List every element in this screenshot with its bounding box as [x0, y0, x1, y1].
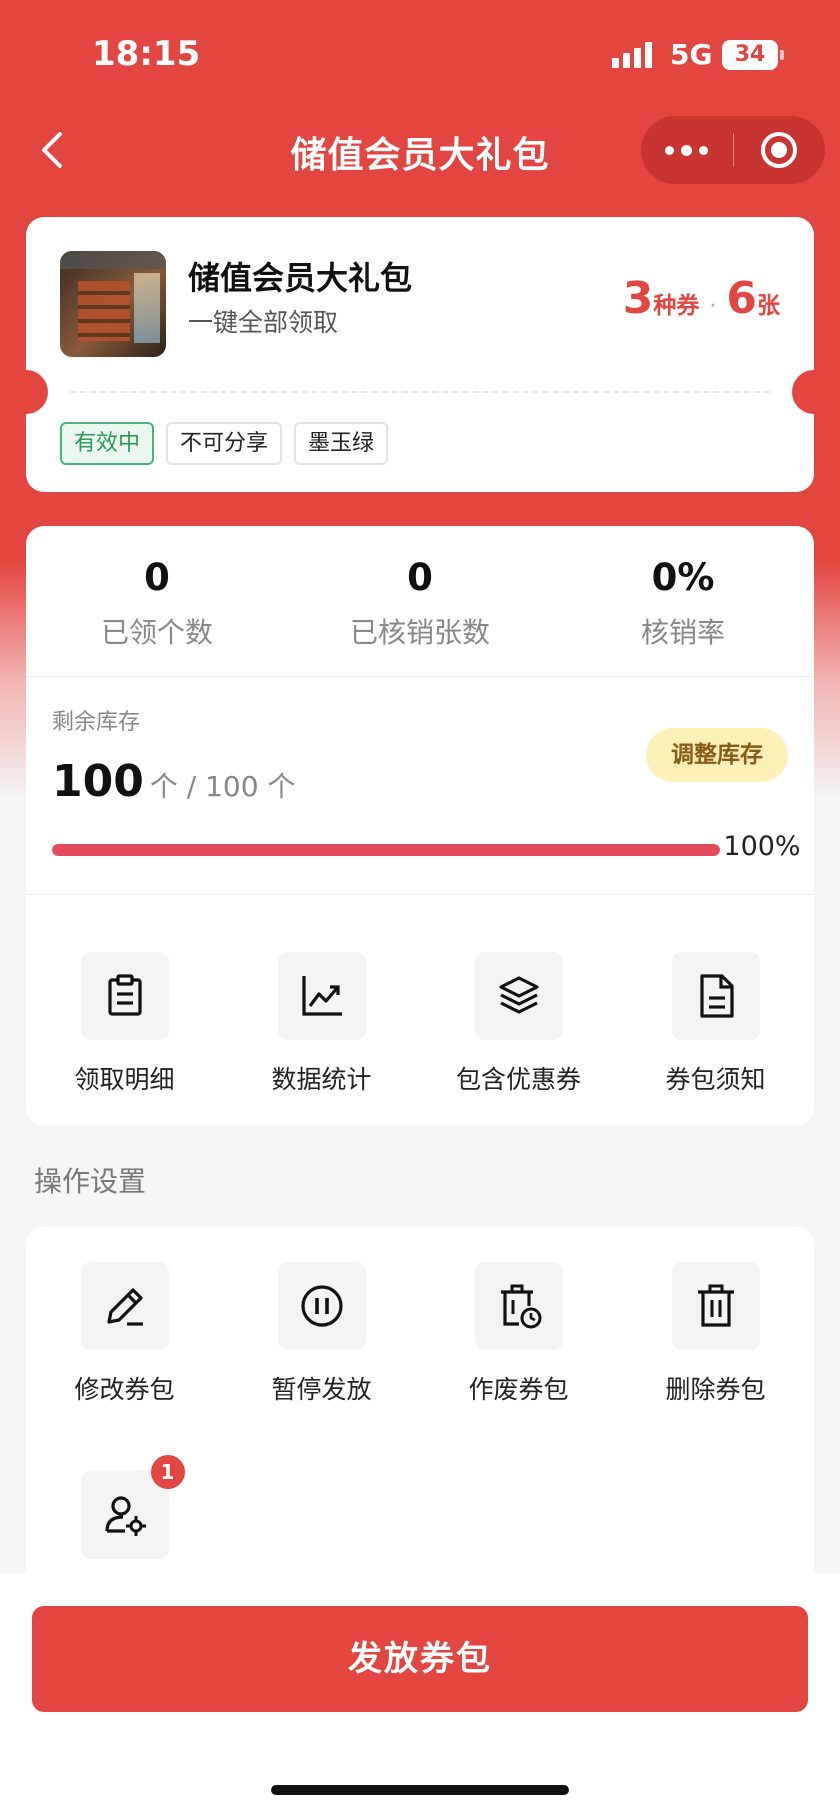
stock-amount: 100 个 / 100 个 [52, 756, 295, 807]
document-icon [671, 952, 760, 1040]
stat-claimed: 0 已领个数 [26, 556, 288, 651]
stock-remaining: 100 [52, 756, 144, 807]
notification-badge: 1 [150, 1455, 185, 1489]
network-type: 5G [670, 38, 713, 71]
stat-label: 已领个数 [100, 616, 213, 649]
grid-label: 删除券包 [665, 1375, 766, 1404]
pause-icon [277, 1262, 366, 1350]
package-thumbnail [60, 251, 166, 357]
grid-label: 暂停发放 [271, 1375, 372, 1404]
pause-issue-button[interactable]: 暂停发放 [223, 1262, 420, 1406]
void-icon [474, 1262, 563, 1350]
grid-label: 领取明细 [74, 1065, 175, 1094]
adjust-stock-button[interactable]: 调整库存 [646, 728, 788, 782]
edit-icon [80, 1262, 169, 1350]
stat-value: 0% [651, 556, 715, 599]
stat-label: 已核销张数 [349, 616, 490, 649]
stats-card: 0 已领个数 0 已核销张数 0% 核销率 剩余库存 100 个 / 100 个 … [26, 526, 814, 1126]
dashed-divider [70, 391, 770, 393]
included-coupons-button[interactable]: 包含优惠券 [420, 952, 617, 1096]
grid-label: 作废券包 [468, 1375, 569, 1404]
stat-label: 核销率 [640, 616, 725, 649]
stat-redeemed: 0 已核销张数 [289, 556, 551, 651]
nav-bar: 储值会员大礼包 [0, 110, 840, 190]
coupon-summary: 3种券 · 6张 [623, 273, 780, 324]
theme-badge: 墨玉绿 [294, 422, 389, 465]
grid-label: 数据统计 [271, 1065, 372, 1094]
delete-package-button[interactable]: 删除券包 [617, 1262, 814, 1406]
ticket-notch-right [792, 370, 836, 414]
stock-label: 剩余库存 [52, 710, 141, 735]
stock-total: 个 / 100 个 [149, 770, 296, 803]
stock-percent: 100% [723, 831, 801, 862]
stat-value: 0 [407, 556, 433, 599]
package-notes-button[interactable]: 券包须知 [617, 952, 814, 1096]
battery-tip [780, 50, 784, 60]
stat-redeem-rate: 0% 核销率 [552, 556, 814, 651]
package-card: 储值会员大礼包 一键全部领取 3种券 · 6张 有效中 不可分享 墨玉绿 [26, 217, 814, 492]
more-button[interactable] [641, 116, 733, 184]
coupon-count-unit: 张 [757, 293, 780, 319]
chart-icon [277, 952, 366, 1040]
signal-icon [612, 42, 656, 68]
mini-program-capsule [641, 116, 825, 184]
section-title: 操作设置 [34, 1165, 147, 1198]
status-tags: 有效中 不可分享 墨玉绿 [60, 422, 389, 465]
grid-label: 修改券包 [74, 1375, 175, 1404]
stock-progress-fill [52, 844, 720, 856]
share-badge: 不可分享 [166, 422, 283, 465]
data-stats-button[interactable]: 数据统计 [223, 952, 420, 1096]
package-name: 储值会员大礼包 [188, 259, 413, 297]
coupon-types-unit: 种券 [653, 293, 700, 319]
stat-value: 0 [144, 556, 170, 599]
coupon-types-count: 3 [622, 273, 654, 324]
layers-icon [474, 952, 563, 1040]
claim-details-button[interactable]: 领取明细 [26, 952, 223, 1096]
status-time: 18:15 [92, 34, 201, 74]
status-badge: 有效中 [60, 422, 155, 465]
home-indicator [271, 1785, 569, 1795]
separator: · [709, 294, 717, 319]
grid-label: 包含优惠券 [455, 1065, 581, 1094]
issue-package-button[interactable]: 发放券包 [32, 1606, 808, 1712]
clipboard-icon [80, 952, 169, 1040]
void-package-button[interactable]: 作废券包 [420, 1262, 617, 1406]
package-subtitle: 一键全部领取 [188, 308, 339, 337]
coupon-count: 6 [726, 273, 757, 324]
divider [26, 894, 814, 895]
stock-progress-bar [52, 844, 720, 856]
trash-icon [671, 1262, 760, 1350]
grid-label: 券包须知 [665, 1065, 766, 1094]
user-settings-icon: 1 [80, 1455, 185, 1559]
close-mini-program-button[interactable] [733, 116, 825, 184]
battery-icon: 34 [722, 40, 778, 70]
user-settings-button[interactable]: 1 [26, 1455, 223, 1579]
status-bar: 18:15 5G 34 [0, 0, 840, 110]
divider [26, 676, 814, 677]
settings-card: 修改券包 暂停发放 作废券包 删除券包 1 [26, 1227, 814, 1627]
ticket-notch-left [4, 370, 48, 414]
edit-package-button[interactable]: 修改券包 [26, 1262, 223, 1406]
